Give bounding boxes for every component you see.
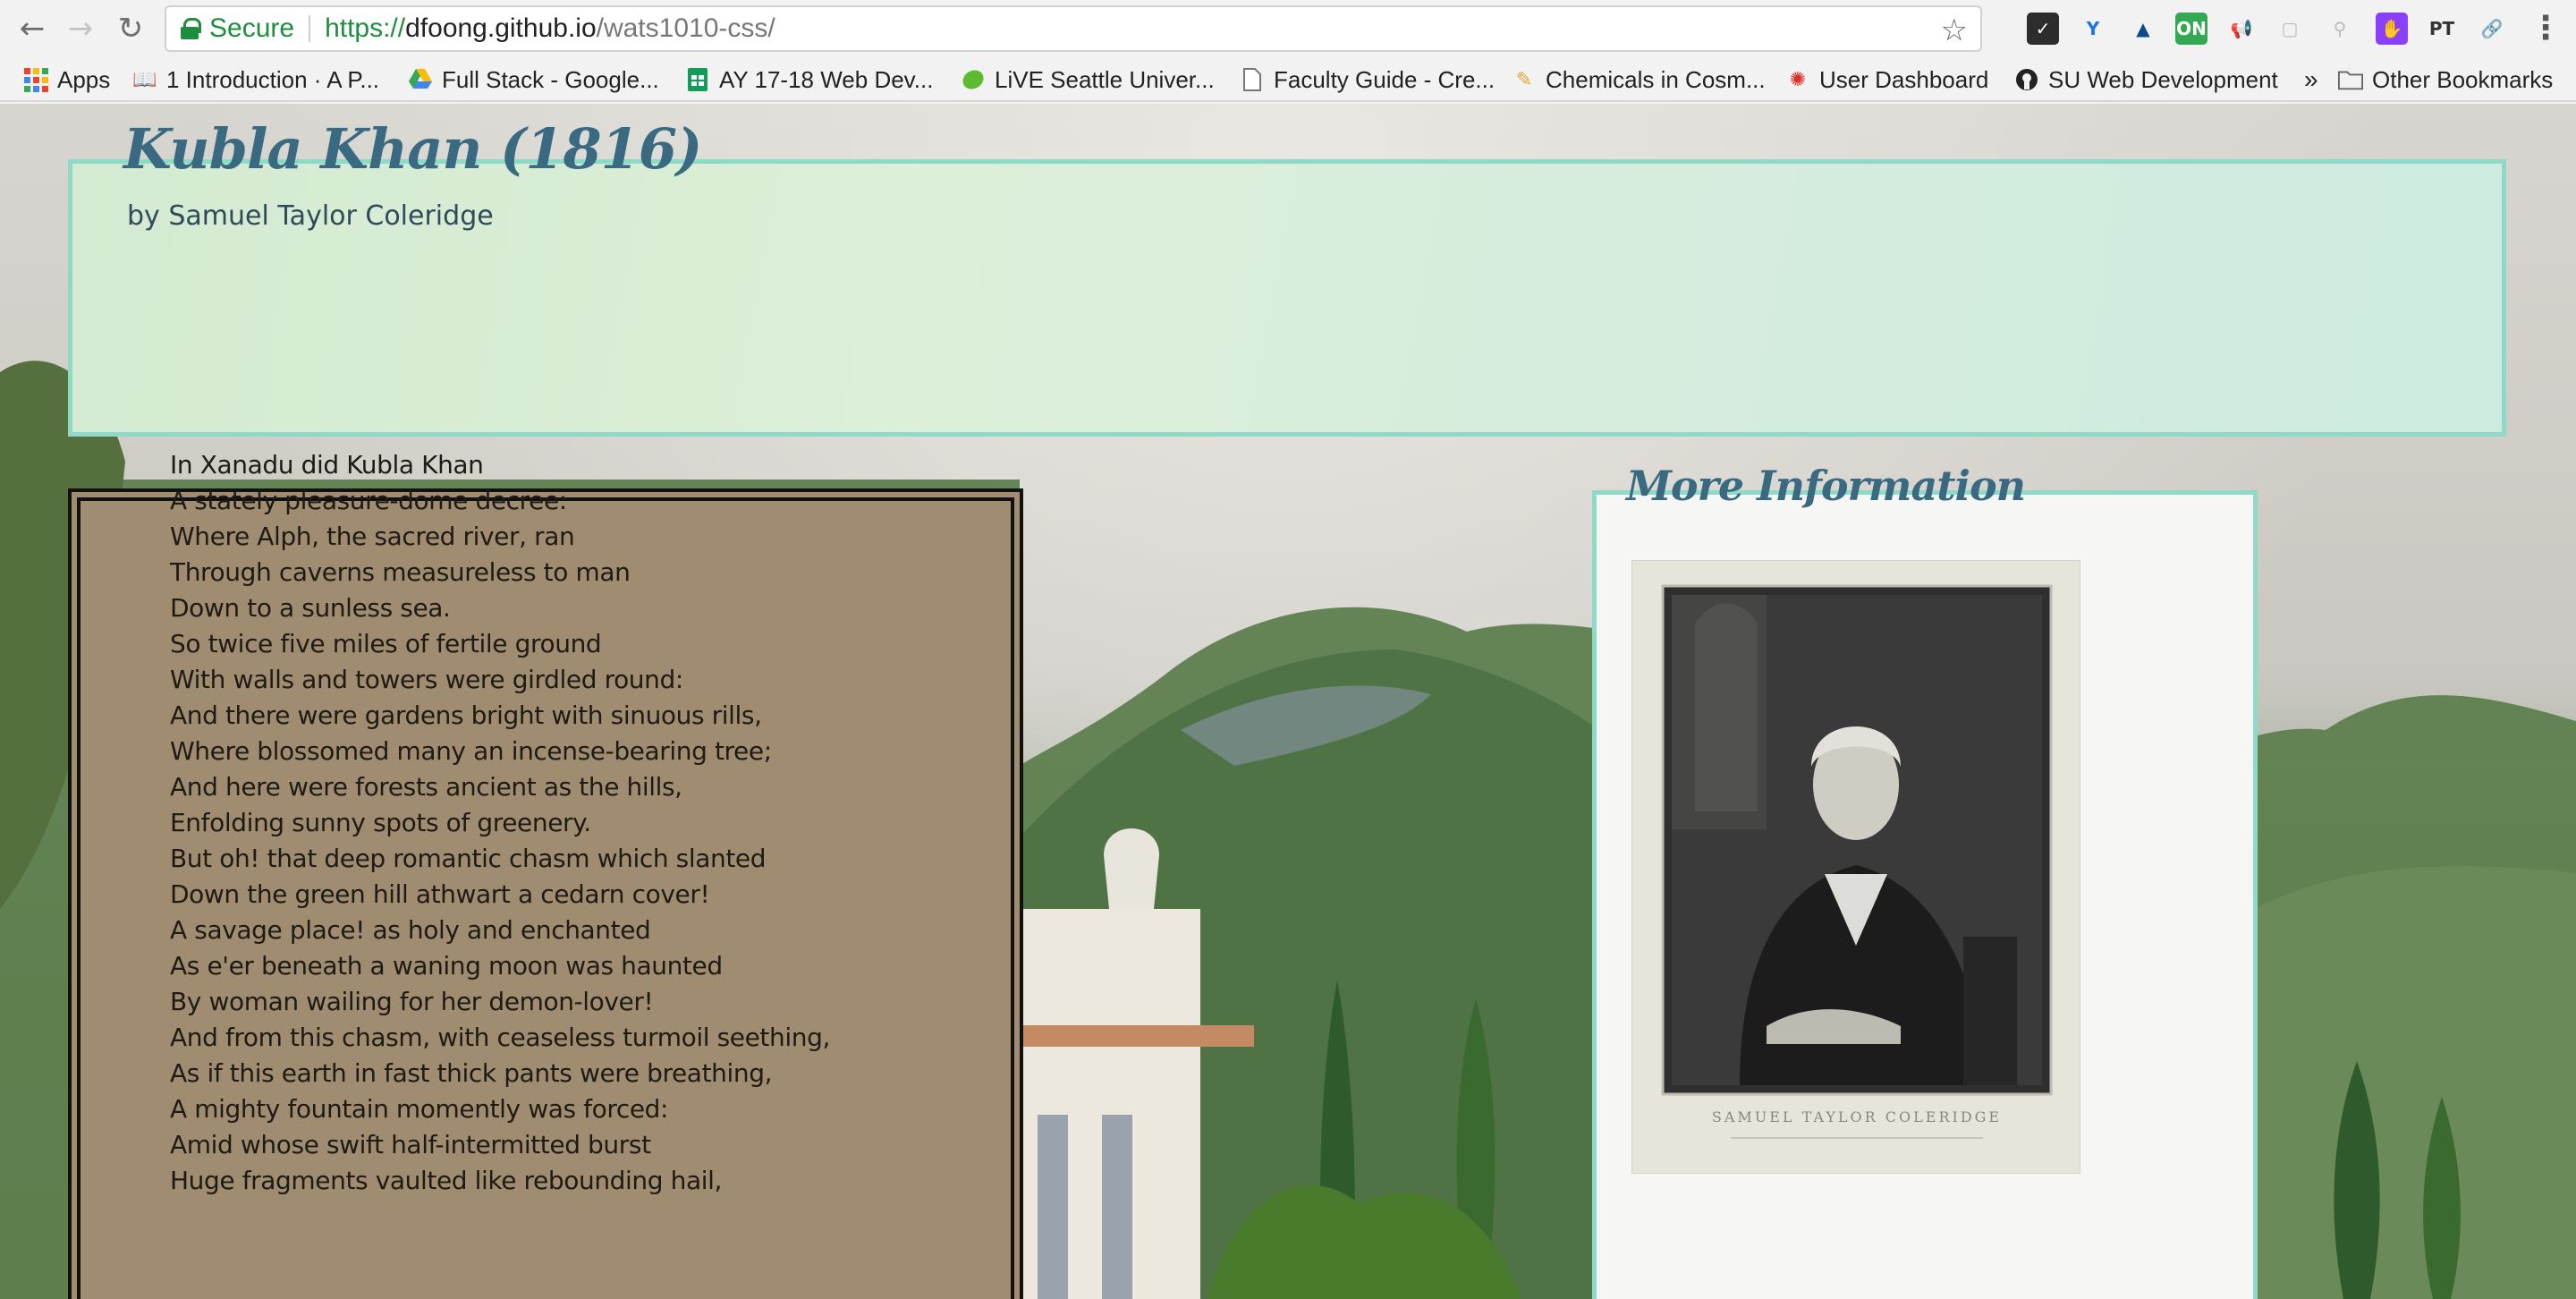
sheets-icon xyxy=(685,67,710,92)
bookmark-label: Other Bookmarks xyxy=(2372,65,2554,93)
bookmark-label: Chemicals in Cosm... xyxy=(1546,65,1766,93)
hand-ext-icon[interactable]: ✋ xyxy=(2376,13,2408,45)
apps-grid-icon xyxy=(23,67,48,92)
github-icon xyxy=(2014,67,2039,92)
live-leaf-icon xyxy=(961,67,986,92)
poem-line: A mighty fountain momently was forced: xyxy=(170,1094,669,1124)
poem-line: Where Alph, the sacred river, ran xyxy=(170,522,575,551)
bookmark-apps[interactable]: Apps xyxy=(23,63,110,97)
bookmark-label: LiVE Seattle Univer... xyxy=(995,65,1215,93)
bookmark-label: Apps xyxy=(57,65,111,93)
bookmark-label: 1 Introduction · A P... xyxy=(166,65,380,93)
pt-ext-icon[interactable]: PT xyxy=(2426,13,2458,45)
book-icon: 📖 xyxy=(132,68,157,91)
poem-line: Amid whose swift half-intermitted burst xyxy=(170,1130,651,1159)
poem-line: In Xanadu did Kubla Khan xyxy=(170,450,484,480)
chemicals-icon: ✎ xyxy=(1515,68,1533,91)
poem-line: And from this chasm, with ceaseless turm… xyxy=(170,1023,830,1052)
bookmark-full-stack[interactable]: Full Stack - Google... xyxy=(408,63,676,97)
poem-line: As e'er beneath a waning moon was haunte… xyxy=(170,951,723,981)
bookmark-su-web-dev[interactable]: SU Web Development xyxy=(2014,63,2279,97)
page-title: Kubla Khan (1816) xyxy=(123,116,702,182)
portrait-caption: SAMUEL TAYLOR COLERIDGE xyxy=(1711,1108,2003,1125)
link-ext-icon[interactable]: 🔗 xyxy=(2476,13,2508,45)
bookmark-introduction[interactable]: 📖 1 Introduction · A P... xyxy=(132,63,399,97)
url-host: dfoong.github.io xyxy=(405,13,597,43)
url-scheme: https:// xyxy=(325,13,406,43)
poem-line: With walls and towers were girdled round… xyxy=(170,665,683,694)
google-drive-icon xyxy=(408,67,433,92)
address-divider xyxy=(309,15,311,42)
poem-line: Down to a sunless sea. xyxy=(170,593,451,623)
triangle-ext-icon[interactable]: ▲ xyxy=(2127,13,2159,45)
address-bar[interactable]: Secure https:// dfoong.github.io /wats10… xyxy=(165,5,1982,52)
checklist-ext-icon[interactable]: ✓ xyxy=(2027,13,2059,45)
bookmarks-bar: Apps 📖 1 Introduction · A P... Full Stac… xyxy=(0,57,2576,102)
bookmark-star-icon[interactable]: ☆ xyxy=(1941,13,1968,48)
poem-line: As if this earth in fast thick pants wer… xyxy=(170,1058,773,1088)
screen-ext-icon[interactable]: ▢ xyxy=(2274,13,2306,45)
bookmark-user-dashboard[interactable]: ✺ User Dashboard xyxy=(1785,63,2000,97)
bookmark-chemicals[interactable]: ✎ Chemicals in Cosm... xyxy=(1512,63,1780,97)
poem-line: So twice five miles of fertile ground xyxy=(170,629,602,658)
forward-arrow-icon[interactable]: → xyxy=(61,9,100,48)
browser-menu-icon[interactable]: ⋮ xyxy=(2529,7,2562,50)
bookmark-label: AY 17-18 Web Dev... xyxy=(719,65,934,93)
coleridge-portrait: SAMUEL TAYLOR COLERIDGE xyxy=(1631,560,2080,1174)
y-ext-icon[interactable]: Y xyxy=(2077,13,2109,45)
pin-ext-icon[interactable]: ⚲ xyxy=(2324,13,2356,45)
poem-line: But oh! that deep romantic chasm which s… xyxy=(170,844,767,873)
bookmark-live-seattle[interactable]: LiVE Seattle Univer... xyxy=(961,63,1270,97)
poem-line: By woman wailing for her demon-lover! xyxy=(170,987,654,1016)
bookmark-label: SU Web Development xyxy=(2048,65,2278,93)
poem-line: Enfolding sunny spots of greenery. xyxy=(170,808,591,837)
poem-line: Through caverns measureless to man xyxy=(170,557,631,587)
bookmark-label: Faculty Guide - Cre... xyxy=(1274,65,1496,93)
bookmarks-overflow[interactable]: » xyxy=(2304,63,2318,97)
url-path: /wats1010-css/ xyxy=(596,13,775,43)
bookmark-label: Full Stack - Google... xyxy=(442,65,659,93)
poem-line: Huge fragments vaulted like rebounding h… xyxy=(170,1166,723,1195)
poem-line: And there were gardens bright with sinuo… xyxy=(170,700,762,730)
lock-icon xyxy=(181,18,201,39)
poem-text: In Xanadu did Kubla Khan A stately pleasu… xyxy=(170,447,975,1199)
page-byline: by Samuel Taylor Coleridge xyxy=(127,200,494,232)
poem-line: Down the green hill athwart a cedarn cov… xyxy=(170,879,710,909)
folder-icon xyxy=(2338,67,2363,92)
poem-line: Where blossomed many an incense-bearing … xyxy=(170,736,772,766)
back-arrow-icon[interactable]: ← xyxy=(13,9,52,48)
bookmark-other[interactable]: Other Bookmarks xyxy=(2338,63,2553,97)
poem-line: A stately pleasure-dome decree: xyxy=(170,486,567,515)
security-label: Secure xyxy=(209,13,295,43)
on-ext-icon[interactable]: ON xyxy=(2175,13,2207,45)
bookmark-ay-web-dev[interactable]: AY 17-18 Web Dev... xyxy=(685,63,950,97)
browser-toolbar: ← → ↻ Secure https:// dfoong.github.io /… xyxy=(0,0,2576,57)
bookmark-faculty-guide[interactable]: Faculty Guide - Cre... xyxy=(1240,63,1501,97)
poem-line: A savage place! as holy and enchanted xyxy=(170,915,651,945)
document-icon xyxy=(1240,67,1265,92)
megaphone-ext-icon[interactable]: 📢 xyxy=(2225,13,2258,45)
bookmark-label: User Dashboard xyxy=(1819,65,1989,93)
dashboard-icon: ✺ xyxy=(1789,68,1807,91)
poem-line: And here were forests ancient as the hil… xyxy=(170,772,682,802)
portrait-inscription xyxy=(1731,1137,1983,1139)
reload-icon[interactable]: ↻ xyxy=(111,9,150,48)
info-title: More Information xyxy=(1626,462,2026,510)
